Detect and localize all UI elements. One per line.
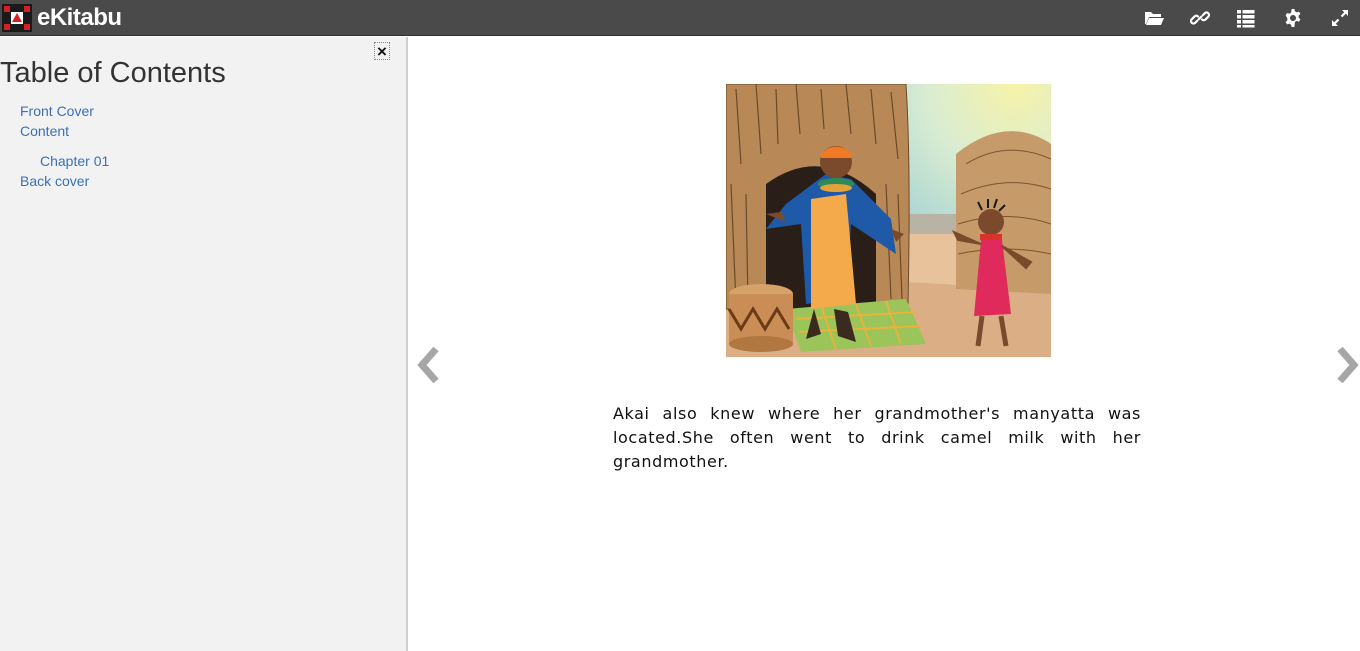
reader-pane: Akai also knew where her grandmother's m…: [410, 37, 1360, 651]
page-text: Akai also knew where her grandmother's m…: [613, 404, 1141, 471]
brand-name: eKitabu: [37, 4, 122, 31]
list-icon: [1237, 10, 1255, 28]
settings-button[interactable]: [1279, 4, 1307, 32]
folder-open-icon: [1145, 12, 1164, 25]
link-icon: [1190, 11, 1210, 25]
toc-sidebar: Table of Contents × Front Cover Content …: [0, 37, 408, 651]
fullscreen-button[interactable]: [1326, 4, 1354, 32]
toc-toggle-button[interactable]: [1232, 4, 1260, 32]
gear-icon: [1285, 9, 1301, 27]
toc-item-back-cover[interactable]: Back cover: [20, 171, 109, 191]
open-library-button[interactable]: [1140, 4, 1168, 32]
toc-item-content[interactable]: Content: [20, 121, 109, 141]
brand[interactable]: eKitabu: [2, 3, 122, 33]
page-illustration: [726, 84, 1051, 357]
link-button[interactable]: [1186, 4, 1214, 32]
chevron-right-icon: [1337, 346, 1359, 384]
top-toolbar: eKitabu: [0, 0, 1360, 36]
toc-title: Table of Contents: [0, 57, 226, 89]
chevron-left-icon: [417, 346, 439, 384]
toc-list: Front Cover Content Chapter 01 Back cove…: [20, 101, 109, 191]
story-illustration: [726, 84, 1051, 357]
close-icon: ×: [377, 41, 387, 61]
previous-page-button[interactable]: [414, 343, 444, 387]
fullscreen-icon: [1332, 10, 1348, 26]
toc-item-front-cover[interactable]: Front Cover: [20, 101, 109, 121]
toc-close-button[interactable]: ×: [374, 42, 390, 60]
ekitabu-logo-icon: [2, 4, 32, 32]
next-page-button[interactable]: [1332, 343, 1360, 387]
toc-item-chapter-01[interactable]: Chapter 01: [20, 151, 109, 171]
